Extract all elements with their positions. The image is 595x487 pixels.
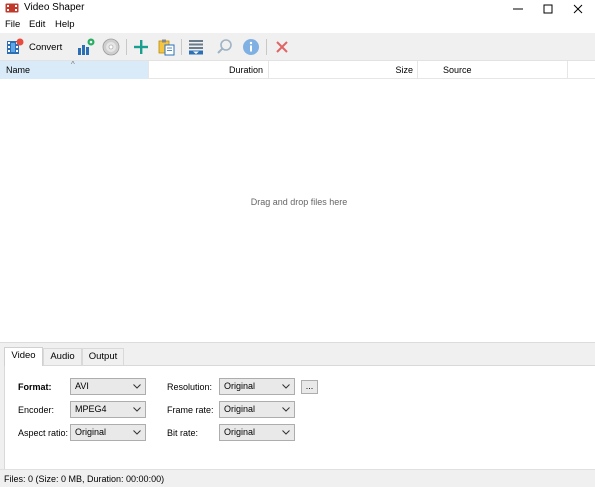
drop-hint: Drag and drop files here <box>250 197 348 207</box>
add-button[interactable] <box>133 37 149 57</box>
encoder-select[interactable]: MPEG4 <box>70 401 146 418</box>
film-convert-icon <box>7 38 24 54</box>
resolution-select[interactable]: Original <box>219 378 295 395</box>
column-source-label: Source <box>443 65 472 75</box>
toolbar-separator <box>181 39 182 55</box>
list-down-icon <box>189 40 203 55</box>
toolbar-separator <box>126 39 127 55</box>
encoder-label: Encoder: <box>18 405 55 415</box>
convert-label: Convert <box>29 41 63 53</box>
frame-rate-value: Original <box>224 404 256 414</box>
menu-help[interactable]: Help <box>55 19 75 30</box>
convert-button[interactable]: Convert <box>6 37 62 57</box>
window-title: Video Shaper <box>24 2 85 13</box>
tab-video[interactable]: Video <box>4 347 43 366</box>
bit-rate-select[interactable]: Original <box>219 424 295 441</box>
red-x-icon <box>276 41 288 53</box>
chevron-down-icon <box>281 379 291 394</box>
move-down-button[interactable] <box>187 37 205 57</box>
remove-button[interactable] <box>274 37 290 57</box>
maximize-button[interactable] <box>533 0 563 17</box>
minimize-icon <box>513 8 523 9</box>
disc-icon <box>102 38 120 56</box>
magnifier-icon <box>217 39 232 54</box>
tab-output[interactable]: Output <box>82 348 124 365</box>
info-icon <box>243 39 259 55</box>
disc-button[interactable] <box>102 37 120 57</box>
encoder-value: MPEG4 <box>75 404 107 414</box>
bars-gear-icon <box>78 38 95 55</box>
resolution-more-button[interactable]: ... <box>301 380 318 394</box>
bit-rate-label: Bit rate: <box>167 428 199 438</box>
resolution-label: Resolution: <box>167 382 213 392</box>
batch-button[interactable] <box>77 37 95 57</box>
chevron-down-icon <box>132 425 142 440</box>
minimize-button[interactable] <box>503 0 533 17</box>
menu-edit[interactable]: Edit <box>29 19 45 30</box>
close-icon <box>573 4 583 13</box>
tab-audio[interactable]: Audio <box>43 348 82 365</box>
paste-button[interactable] <box>158 37 176 57</box>
chevron-down-icon <box>281 425 291 440</box>
chevron-down-icon <box>132 379 142 394</box>
format-select[interactable]: AVI <box>70 378 146 395</box>
chevron-down-icon <box>281 402 291 417</box>
status-text: Files: 0 (Size: 0 MB, Duration: 00:00:00… <box>4 474 165 484</box>
column-name-label: Name <box>6 65 31 75</box>
column-duration-label: Duration <box>228 65 263 75</box>
toolbar: Convert <box>0 33 595 61</box>
status-bar: Files: 0 (Size: 0 MB, Duration: 00:00:00… <box>0 469 595 487</box>
aspect-ratio-label: Aspect ratio: <box>18 428 69 438</box>
settings-panel: Video Audio Output Format: AVI Encoder: … <box>0 342 595 470</box>
file-list[interactable]: Drag and drop files here <box>0 80 595 342</box>
title-bar: Video Shaper <box>0 0 595 17</box>
app-icon <box>5 2 19 14</box>
frame-rate-label: Frame rate: <box>167 405 214 415</box>
video-tab-panel: Format: AVI Encoder: MPEG4 Aspect ratio:… <box>4 365 595 470</box>
menu-bar: File Edit Help <box>0 17 595 33</box>
maximize-icon <box>543 4 553 13</box>
column-name[interactable]: ^ Name <box>0 60 149 79</box>
format-value: AVI <box>75 381 89 391</box>
bit-rate-value: Original <box>224 427 256 437</box>
chevron-down-icon <box>132 402 142 417</box>
resolution-value: Original <box>224 381 256 391</box>
plus-icon <box>134 40 148 54</box>
column-source[interactable]: Source <box>418 61 568 79</box>
menu-file[interactable]: File <box>5 19 20 30</box>
clipboard-icon <box>158 39 175 56</box>
sort-arrow-icon: ^ <box>71 60 75 69</box>
format-label: Format: <box>18 382 52 392</box>
column-size[interactable]: Size <box>269 61 418 79</box>
frame-rate-select[interactable]: Original <box>219 401 295 418</box>
close-button[interactable] <box>563 0 593 17</box>
column-duration[interactable]: Duration <box>149 61 269 79</box>
search-button[interactable] <box>216 37 234 57</box>
aspect-ratio-value: Original <box>75 427 107 437</box>
toolbar-separator <box>266 39 267 55</box>
aspect-ratio-select[interactable]: Original <box>70 424 146 441</box>
file-list-header: ^ Name Duration Size Source <box>0 60 595 79</box>
info-button[interactable] <box>242 37 260 57</box>
column-size-label: Size <box>395 65 413 75</box>
